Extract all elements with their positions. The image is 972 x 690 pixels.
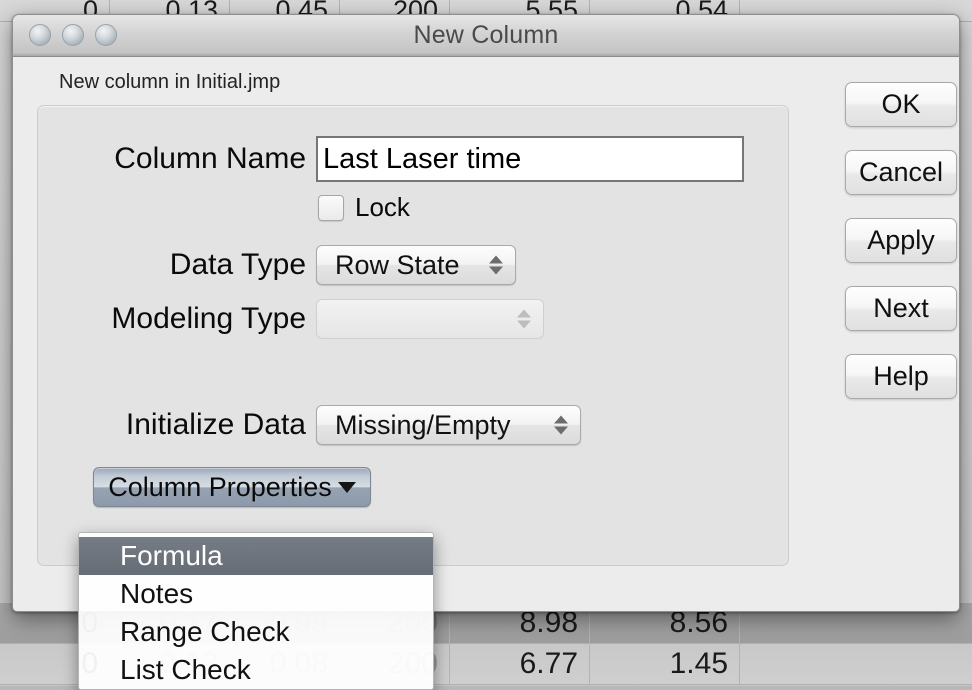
lock-checkbox[interactable] [318,195,344,221]
window-title: New Column [13,21,959,50]
lock-checkbox-row[interactable]: Lock [318,192,410,223]
column-name-label: Column Name [80,142,306,176]
menu-item-list-check[interactable]: List Check [79,651,433,689]
column-properties-button[interactable]: Column Properties [93,467,371,507]
zoom-icon[interactable] [95,24,117,46]
cancel-button[interactable]: Cancel [845,150,957,195]
column-properties-menu: Formula Notes Range Check List Check [78,532,434,690]
initialize-data-value: Missing/Empty [317,410,511,441]
lock-label: Lock [355,192,410,223]
table-cell: 1.45 [590,644,740,684]
menu-item-formula[interactable]: Formula [79,537,433,575]
title-bar[interactable]: New Column [13,15,959,57]
menu-item-range-check[interactable]: Range Check [79,613,433,651]
table-cell: 6.77 [450,644,590,684]
menu-item-notes[interactable]: Notes [79,575,433,613]
data-type-label: Data Type [80,248,306,282]
updown-arrows-icon [489,256,503,275]
minimize-icon[interactable] [62,24,84,46]
data-type-dropdown[interactable]: Row State [316,245,516,285]
form-panel: Column Name Last Laser time Lock Data Ty… [37,105,789,566]
column-name-input[interactable]: Last Laser time [316,136,744,182]
next-button[interactable]: Next [845,286,957,331]
caret-down-icon [338,482,356,493]
apply-button[interactable]: Apply [845,218,957,263]
column-properties-label: Column Properties [108,472,332,503]
modeling-type-label: Modeling Type [58,302,306,336]
updown-arrows-icon [554,416,568,435]
dialog-body: New column in Initial.jmp Column Name La… [13,57,959,612]
modeling-type-dropdown [316,299,544,339]
initialize-data-label: Initialize Data [80,408,306,442]
initialize-data-dropdown[interactable]: Missing/Empty [316,405,581,445]
help-button[interactable]: Help [845,354,957,399]
close-icon[interactable] [29,24,51,46]
window-controls [29,24,117,46]
data-type-value: Row State [317,250,460,281]
ok-button[interactable]: OK [845,82,957,127]
dialog-subtitle: New column in Initial.jmp [59,71,280,94]
new-column-dialog: New Column New column in Initial.jmp Col… [12,14,960,612]
updown-arrows-icon [517,310,531,329]
